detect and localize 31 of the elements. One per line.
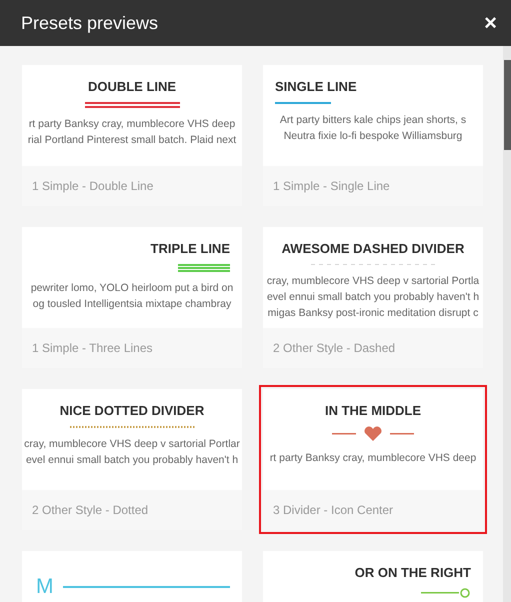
preview-text: pewriter lomo, YOLO heirloom put a bird on — [30, 281, 234, 296]
preview-text: cray, mumblecore VHS deep v sartorial Portlar — [24, 437, 240, 452]
letter-divider: M — [36, 575, 230, 599]
preview-text: cray, mumblecore VHS deep v sartorial Portla — [266, 274, 480, 289]
window-title: Presets previews — [21, 12, 158, 34]
preset-card[interactable]: IN THE MIDDLE rt party Banksy cray, mumblecore VHS deep 3 Divider - Icon Center — [259, 385, 487, 534]
preset-caption: 3 Divider - Icon Center — [263, 490, 483, 530]
preset-caption: 2 Other Style - Dotted — [22, 490, 242, 530]
preset-title: TRIPLE LINE — [150, 241, 230, 256]
preview-text: evel ennui small batch you probably haven't h — [26, 453, 238, 468]
preset-title: SINGLE LINE — [275, 79, 358, 94]
preset-title: AWESOME DASHED DIVIDER — [280, 241, 466, 256]
close-button[interactable]: × — [484, 12, 497, 34]
scrollbar[interactable] — [503, 46, 511, 602]
preset-caption: 2 Other Style - Dashed — [263, 328, 483, 368]
preset-caption: 1 Simple - Double Line — [22, 166, 242, 206]
preview-text: evel ennui small batch you probably haven't h — [266, 290, 480, 305]
scrollbar-thumb[interactable] — [504, 60, 511, 150]
preset-title: IN THE MIDDLE — [324, 403, 422, 418]
preview-text: Neutra fixie lo-fi bespoke Williamsburg — [284, 129, 462, 144]
preset-title: NICE DOTTED DIVIDER — [58, 403, 206, 418]
preview-text: rial Portland Pinterest small batch. Plaid next — [28, 133, 236, 148]
preset-caption: 1 Simple - Three Lines — [22, 328, 242, 368]
preset-title: DOUBLE LINE — [86, 79, 178, 94]
preview-text: migas Banksy post-ironic meditation disrupt c — [268, 306, 478, 321]
preset-caption: 1 Simple - Single Line — [263, 166, 483, 206]
preview-text: Art party bitters kale chips jean shorts, s — [280, 113, 466, 128]
preview-text: rt party Banksy cray, mumblecore VHS deep — [28, 117, 236, 132]
preset-title: OR ON THE RIGHT — [354, 565, 471, 580]
preview-text: rt party Banksy cray, mumblecore VHS deep — [270, 451, 476, 466]
preview-text: og tousled Intelligentsia mixtape chambray — [32, 297, 232, 312]
